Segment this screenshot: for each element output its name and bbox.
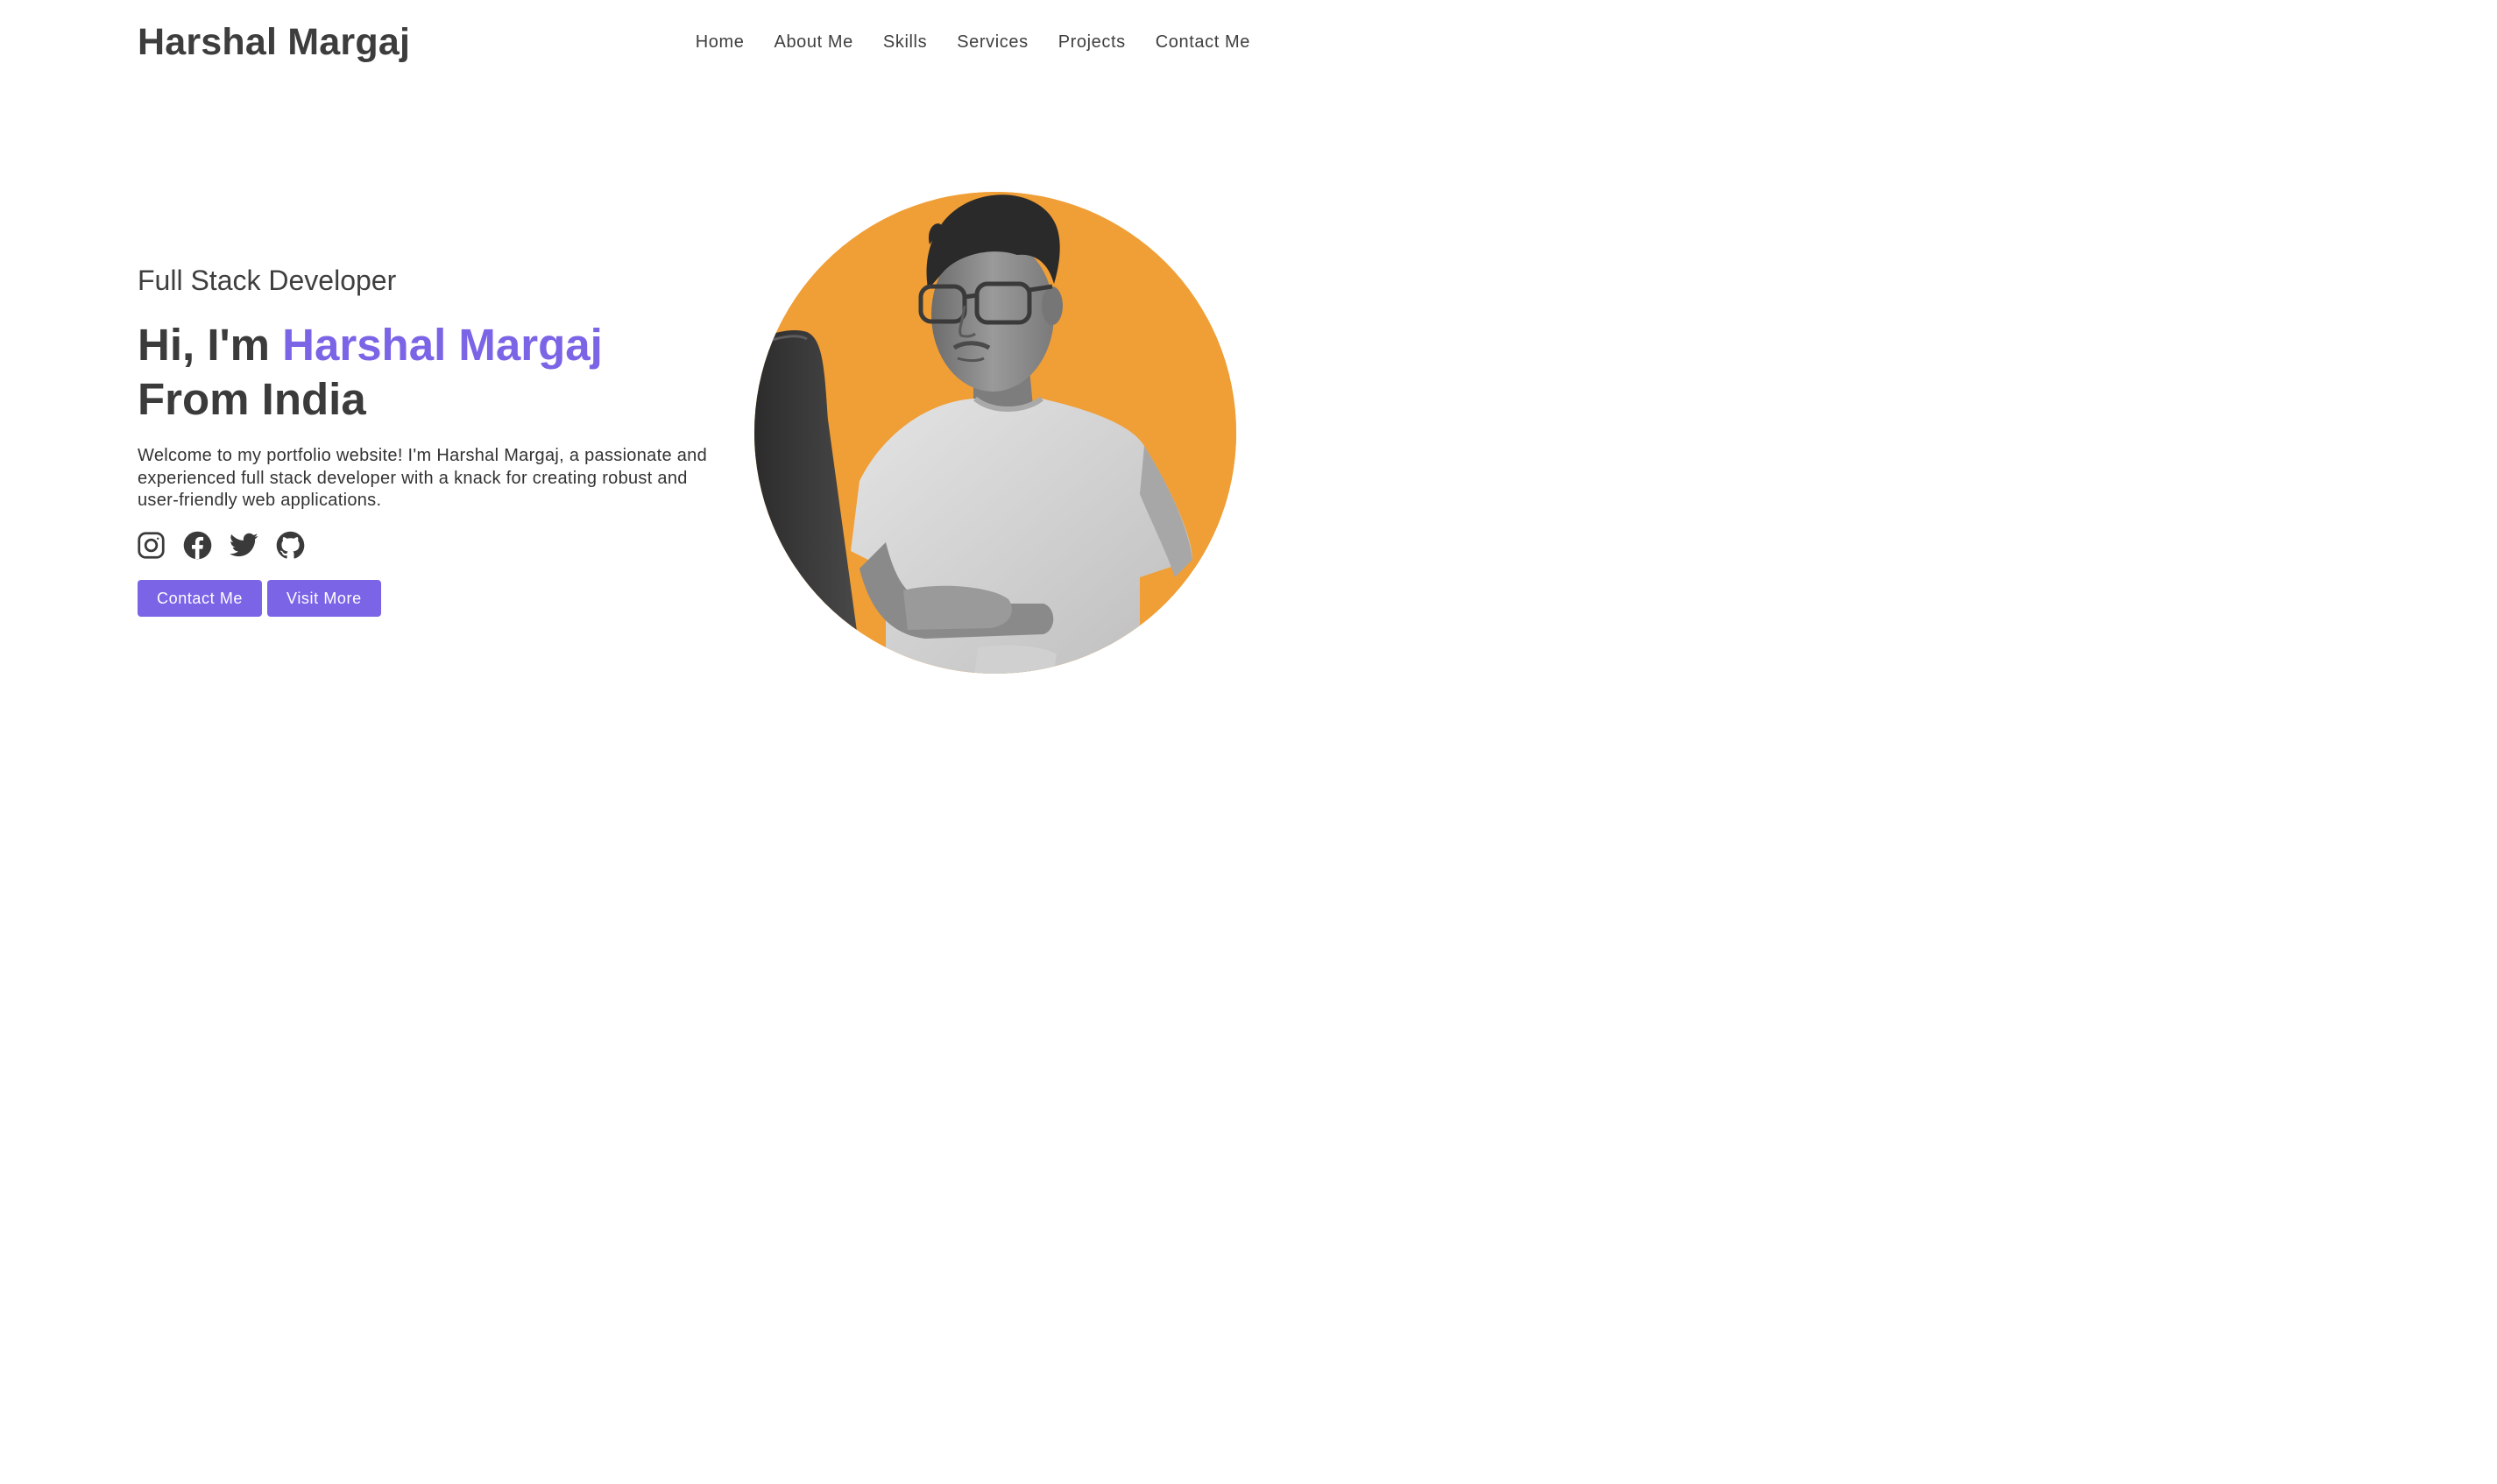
nav-home[interactable]: Home	[696, 30, 745, 54]
site-brand[interactable]: Harshal Margaj	[138, 19, 410, 65]
contact-me-button[interactable]: Contact Me	[138, 580, 263, 617]
headline-line-1: Hi, I'm Harshal Margaj	[138, 318, 603, 372]
instagram-icon[interactable]	[137, 529, 166, 561]
nav-contact-me[interactable]: Contact Me	[1156, 30, 1250, 54]
social-links	[137, 529, 305, 561]
hero-intro: Welcome to my portfolio website! I'm Har…	[138, 446, 707, 510]
nav-projects[interactable]: Projects	[1058, 30, 1126, 54]
portfolio-page: Harshal Margaj Home About Me Skills Serv…	[0, 0, 1369, 814]
profile-photo	[754, 192, 1236, 674]
hero-name: Harshal Margaj	[282, 320, 603, 370]
hero-greeting: Hi, I'm	[138, 320, 283, 370]
nav-about-me[interactable]: About Me	[775, 30, 853, 54]
hero-actions: Contact Me Visit More	[138, 580, 381, 617]
main-nav: Home About Me Skills Services Projects C…	[696, 30, 1250, 54]
nav-skills[interactable]: Skills	[883, 30, 927, 54]
facebook-icon[interactable]	[183, 529, 212, 561]
hero-headline: Hi, I'm Harshal Margaj From India	[138, 318, 603, 427]
hero-role: Full Stack Developer	[138, 265, 397, 296]
twitter-icon[interactable]	[230, 529, 258, 561]
nav-services[interactable]: Services	[957, 30, 1029, 54]
visit-more-button[interactable]: Visit More	[267, 580, 381, 617]
hero-origin: From India	[138, 374, 366, 424]
github-icon[interactable]	[276, 529, 305, 561]
